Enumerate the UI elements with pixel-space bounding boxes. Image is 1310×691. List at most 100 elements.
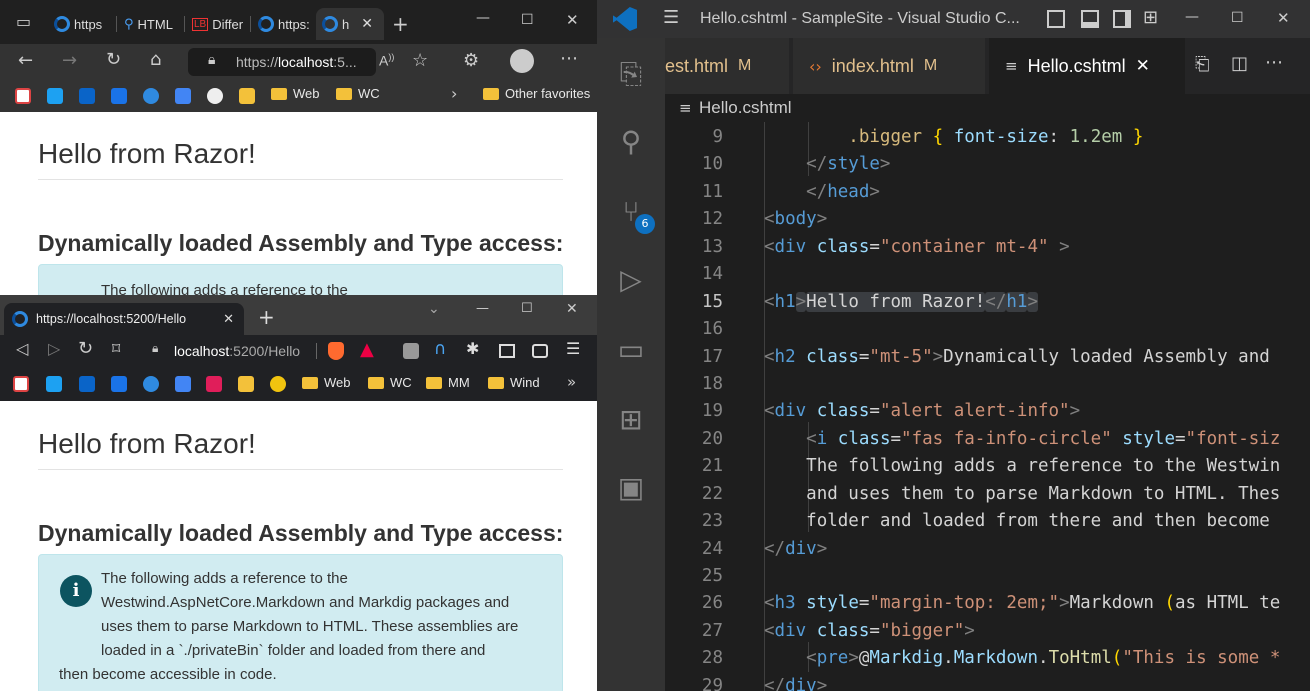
code-line: 16 <box>701 319 723 339</box>
brave-tab-active[interactable]: https://localhost:5200/Hello ✕ <box>4 303 244 335</box>
brave-shields-icon[interactable] <box>328 342 344 360</box>
tab-hello-cshtml[interactable]: ≡ Hello.cshtml ✕ <box>989 38 1185 94</box>
maximize-icon[interactable]: ☐ <box>521 301 533 316</box>
code-editor[interactable]: 9 .bigger { font-size: 1.2em } 10 </styl… <box>665 122 1310 691</box>
new-tab-icon[interactable]: + <box>392 12 409 36</box>
forward-icon[interactable]: → <box>62 50 77 71</box>
code-line: 11 </head> <box>701 182 880 202</box>
edge-tab-5-active[interactable]: h ✕ <box>316 8 384 40</box>
twitter-icon[interactable] <box>47 88 63 104</box>
gmail-icon[interactable] <box>15 88 31 104</box>
calendar-icon[interactable] <box>111 376 127 392</box>
run-debug-icon[interactable]: ▷ <box>613 262 649 298</box>
refresh-icon[interactable]: ↻ <box>78 338 93 359</box>
terminal-icon[interactable]: ▣ <box>613 470 649 506</box>
wallet-icon[interactable] <box>532 344 548 358</box>
toggle-secondary-sidebar-icon[interactable] <box>1113 10 1131 28</box>
fav-other-favorites[interactable]: Other favorites <box>483 86 590 101</box>
remote-explorer-icon[interactable]: ▭ <box>613 332 649 368</box>
profile-avatar[interactable] <box>510 49 534 73</box>
folder-icon <box>368 376 384 389</box>
toggle-sidebar-icon[interactable] <box>1047 10 1065 28</box>
bookmark-folder-wc[interactable]: WC <box>368 375 412 390</box>
customize-layout-icon[interactable]: ⊞ <box>1143 7 1158 28</box>
bookmark-folder-wind[interactable]: Wind <box>488 375 540 390</box>
folder-icon <box>302 376 318 389</box>
extension-r-icon[interactable] <box>403 343 419 359</box>
more-icon[interactable]: ⋯ <box>560 48 578 69</box>
edge-address-bar[interactable]: 🔒︎ https://localhost:5... <box>188 48 376 76</box>
translate-icon[interactable] <box>175 376 191 392</box>
people-icon[interactable] <box>143 376 159 392</box>
bookmark-icon[interactable]: ⌑ <box>112 339 120 358</box>
explorer-icon[interactable]: ⎘ <box>613 56 649 92</box>
breadcrumb[interactable]: ≡ Hello.cshtml <box>665 94 1310 122</box>
twitter-icon[interactable] <box>46 376 62 392</box>
close-window-icon[interactable]: ✕ <box>1277 9 1290 27</box>
notes-icon[interactable] <box>238 376 254 392</box>
gmail-icon[interactable] <box>13 376 29 392</box>
fav-folder-web[interactable]: Web <box>271 86 320 101</box>
edge-tab-3[interactable]: LB Differ <box>186 8 250 40</box>
minimize-icon[interactable]: — <box>476 10 490 26</box>
extensions-icon[interactable]: ⊞ <box>613 402 649 438</box>
translate-icon[interactable] <box>175 88 191 104</box>
divider <box>38 179 563 180</box>
close-window-icon[interactable]: ✕ <box>566 11 579 29</box>
refresh-icon[interactable]: ↻ <box>106 49 121 70</box>
search-icon[interactable]: ⚲ <box>613 124 649 160</box>
brave-rewards-icon[interactable]: ▲ <box>360 339 374 360</box>
toggle-panel-icon[interactable] <box>1081 10 1099 28</box>
html-file-icon: ‹› <box>809 56 822 76</box>
maximize-icon[interactable]: ☐ <box>1231 10 1244 26</box>
info-alert: i The following adds a reference to the … <box>38 554 563 691</box>
menu-icon[interactable]: ☰ <box>663 7 679 28</box>
close-tab-icon[interactable]: ✕ <box>361 16 373 32</box>
minimize-icon[interactable]: — <box>1185 9 1199 25</box>
maximize-icon[interactable]: ☐ <box>521 12 534 28</box>
outlook-icon[interactable] <box>79 88 95 104</box>
more-actions-icon[interactable]: ⋯ <box>1265 52 1283 73</box>
tab-test-html[interactable]: est.html M <box>665 38 789 94</box>
read-aloud-icon[interactable]: A)) <box>379 52 394 69</box>
sidebar-icon[interactable] <box>499 344 515 358</box>
chevron-double-right-icon[interactable]: » <box>567 373 576 391</box>
github-icon[interactable] <box>207 88 223 104</box>
extensions-icon[interactable]: ✱ <box>466 339 479 358</box>
split-editor-icon[interactable]: ◫ <box>1231 53 1248 74</box>
extension-link-icon[interactable]: ∩ <box>434 339 446 359</box>
chrome-app-icon[interactable] <box>270 376 286 392</box>
tab-index-html[interactable]: ‹› index.html M <box>793 38 985 94</box>
edge-tab-2[interactable]: ⚲ HTML <box>118 8 182 40</box>
menu-icon[interactable]: ☰ <box>566 339 580 358</box>
close-tab-icon[interactable]: ✕ <box>1136 56 1150 76</box>
calendar-icon[interactable] <box>111 88 127 104</box>
close-window-icon[interactable]: ✕ <box>566 301 578 317</box>
back-icon[interactable]: ← <box>18 50 33 71</box>
fav-folder-wc[interactable]: WC <box>336 86 380 101</box>
open-preview-icon[interactable]: ⎗ <box>1195 54 1209 75</box>
home-icon[interactable]: ⌂ <box>150 49 161 70</box>
minimize-icon[interactable]: — <box>476 301 489 316</box>
favorites-add-icon[interactable]: ☆ <box>412 50 428 71</box>
extensions-icon[interactable]: ⚙ <box>463 50 479 71</box>
outlook-icon[interactable] <box>79 376 95 392</box>
back-icon[interactable]: ◁ <box>16 339 28 358</box>
notes-icon[interactable] <box>239 88 255 104</box>
search-icon: ⚲ <box>124 16 134 32</box>
brave-tab-strip: https://localhost:5200/Hello ✕ + ⌄ — ☐ ✕ <box>0 295 597 335</box>
forward-icon[interactable]: ▷ <box>48 339 60 358</box>
chevron-right-icon[interactable]: › <box>451 84 457 103</box>
close-tab-icon[interactable]: ✕ <box>223 312 234 327</box>
slack-icon[interactable] <box>206 376 222 392</box>
new-tab-icon[interactable]: + <box>258 305 275 329</box>
edge-tab-1[interactable]: https <box>48 8 114 40</box>
people-icon[interactable] <box>143 88 159 104</box>
bookmark-folder-web[interactable]: Web <box>302 375 351 390</box>
chevron-down-icon[interactable]: ⌄ <box>428 301 440 317</box>
edge-tab-4[interactable]: https: <box>252 8 314 40</box>
page-title: Hello from Razor! <box>38 428 256 459</box>
bookmark-folder-mm[interactable]: MM <box>426 375 470 390</box>
brave-address-bar[interactable]: 🔒︎ localhost:5200/Hello <box>140 339 380 363</box>
tab-actions-icon[interactable]: ▭ <box>16 12 31 31</box>
